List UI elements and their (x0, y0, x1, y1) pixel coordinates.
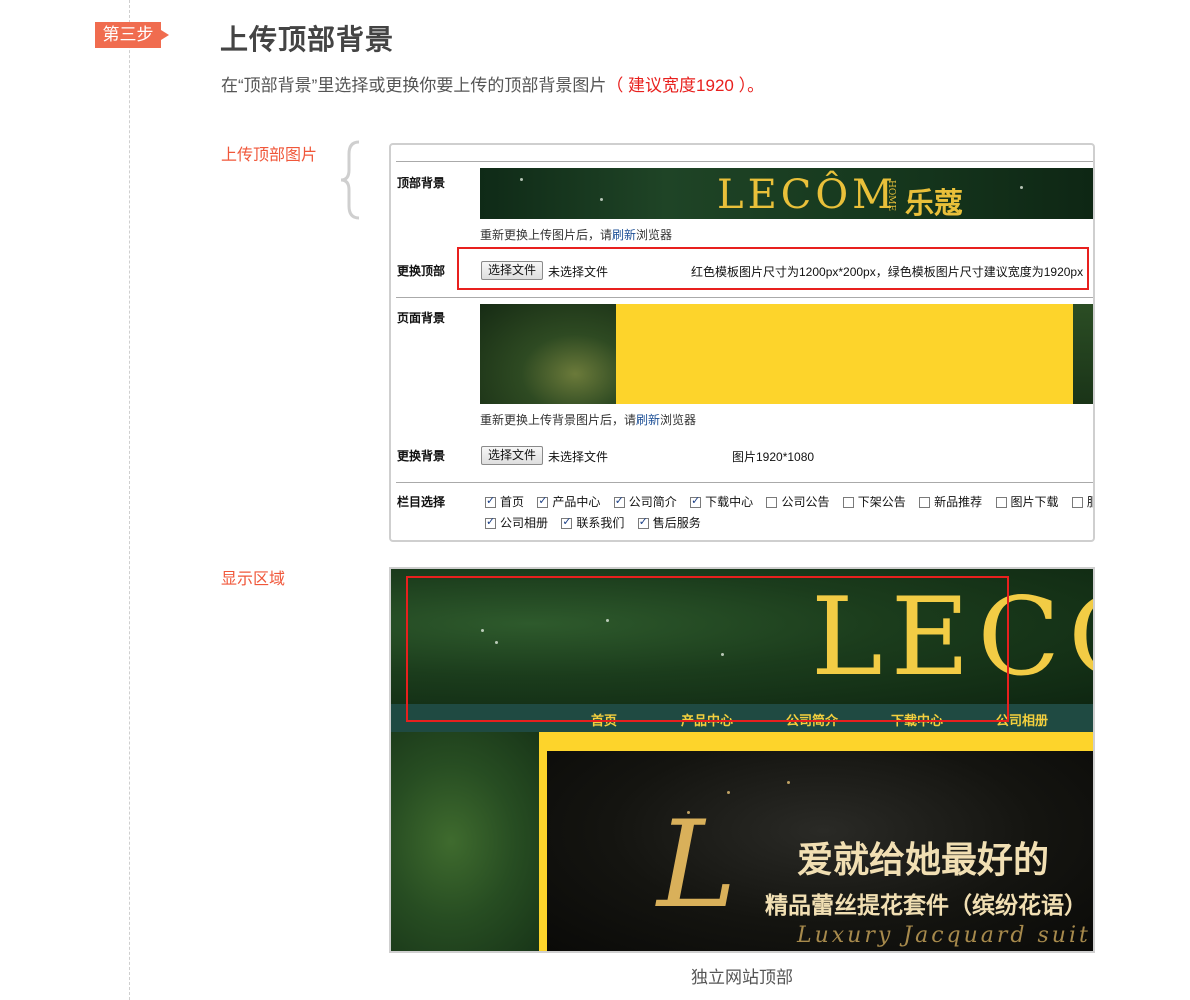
divider (396, 161, 1093, 162)
refresh-link[interactable]: 刷新 (612, 228, 636, 242)
columns-row-2: 公司相册 联系我们 售后服务 (485, 514, 711, 531)
hint-text: 浏览器 (636, 228, 673, 242)
step-badge: 第三步 (95, 22, 169, 48)
hint-text: 浏览器 (660, 413, 697, 427)
top-size-note: 红色模板图片尺寸为1200px*200px，绿色模板图片尺寸建议宽度为1920p… (691, 265, 1084, 279)
column-checkbox-album[interactable]: 公司相册 (485, 515, 548, 530)
column-checkbox-contact[interactable]: 联系我们 (561, 515, 624, 530)
subtitle-note: （ 建议宽度1920 ）。 (606, 76, 765, 95)
page-bg-label: 页面背景 (397, 311, 446, 325)
top-bg-logo-text: LECÔM (717, 172, 898, 218)
columns-label: 栏目选择 (397, 495, 446, 509)
timeline-dashed-line (129, 0, 130, 1000)
change-bg-label: 更换背景 (397, 449, 446, 463)
top-bg-label: 顶部背景 (397, 176, 446, 190)
column-checkbox-aftersales[interactable]: 售后服务 (637, 515, 701, 530)
subtitle-text: 在“顶部背景”里选择或更换你要上传的顶部背景图片 (221, 76, 607, 95)
site-banner: L 爱就给她最好的 精品蕾丝提花套件（缤纷花语） Luxury Jacquard… (547, 751, 1093, 951)
top-bg-home-text: HOME (886, 180, 896, 212)
banner-english-text: Luxury Jacquard suit (797, 923, 1091, 948)
caption-text: 独立网站顶部 (691, 968, 793, 987)
refresh-link[interactable]: 刷新 (636, 413, 660, 427)
page-subtitle: 在“顶部背景”里选择或更换你要上传的顶部背景图片（ 建议宽度1920 ）。 (221, 71, 764, 96)
columns-row-1: 首页 产品中心 公司简介 下载中心 公司公告 下架公告 新品推荐 图片下载 服务 (485, 493, 1093, 510)
banner-script-letter: L (657, 796, 737, 935)
column-checkbox-images[interactable]: 图片下载 (995, 495, 1059, 509)
highlight-box (406, 576, 1009, 722)
column-checkbox-about[interactable]: 公司简介 (613, 494, 677, 509)
choose-file-button[interactable]: 选择文件 (481, 261, 544, 280)
display-preview: LECÔ 首页 产品中心 公司简介 下载中心 公司相册 L 爱就给她最好的 精品… (389, 567, 1095, 953)
top-bg-cn-text: 乐蔻 (905, 186, 964, 219)
hint-text: 重新更换上传图片后，请 (480, 228, 613, 242)
banner-subheadline: 精品蕾丝提花套件（缤纷花语） (765, 892, 1087, 919)
page-bg-forest-left (480, 304, 616, 404)
page-bg-hint: 重新更换上传背景图片后，请刷新浏览器 (480, 411, 696, 428)
column-checkbox-delisted[interactable]: 下架公告 (842, 495, 906, 509)
no-file-text: 未选择文件 (548, 265, 609, 279)
site-side-foliage (391, 732, 541, 951)
column-checkbox-home[interactable]: 首页 (485, 494, 524, 509)
column-checkbox-downloads[interactable]: 下载中心 (690, 494, 753, 509)
column-checkbox-notices[interactable]: 公司公告 (766, 495, 829, 509)
banner-headline: 爱就给她最好的 (797, 839, 1050, 881)
page-bg-preview-image (480, 304, 1093, 404)
bg-size-note: 图片1920*1080 (732, 450, 815, 464)
column-checkbox-service[interactable]: 服务 (1071, 495, 1093, 509)
column-checkbox-products[interactable]: 产品中心 (537, 494, 600, 509)
divider (396, 297, 1093, 298)
divider (396, 482, 1093, 483)
choose-file-button[interactable]: 选择文件 (481, 446, 544, 465)
display-caption: 独立网站顶部 (0, 963, 1190, 988)
top-bg-preview-image: LECÔM HOME 乐蔻 (480, 168, 1093, 219)
hint-text: 重新更换上传背景图片后，请 (480, 413, 637, 427)
page-title: 上传顶部背景 (220, 23, 395, 56)
display-area-label: 显示区域 (221, 571, 286, 588)
curly-brace-icon (340, 140, 360, 220)
top-bg-hint: 重新更换上传图片后，请刷新浏览器 (480, 226, 672, 243)
upload-top-label: 上传顶部图片 (221, 147, 318, 164)
column-checkbox-new[interactable]: 新品推荐 (919, 495, 982, 509)
settings-form-panel: 顶部背景 LECÔM HOME 乐蔻 重新更换上传图片后，请刷新浏览器 更换顶部… (389, 143, 1095, 542)
change-top-label: 更换顶部 (397, 264, 446, 278)
page-bg-forest-right (1073, 304, 1093, 404)
page-bg-yellow-area (616, 304, 1073, 404)
no-file-text: 未选择文件 (548, 450, 609, 464)
